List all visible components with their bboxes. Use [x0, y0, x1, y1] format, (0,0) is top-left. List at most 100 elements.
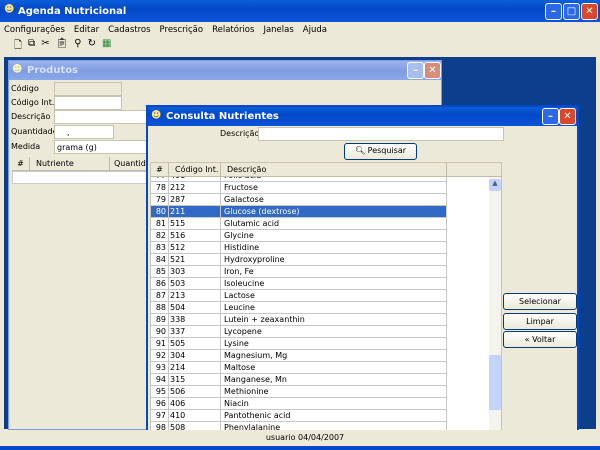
codigo-field[interactable] [54, 82, 122, 96]
quantidade-label: Quantidade [11, 127, 58, 136]
pesquisar-label: Pesquisar [367, 146, 407, 155]
cell-codigo: 214 [169, 362, 221, 374]
consulta-title: Consulta Nutrientes [166, 111, 279, 122]
col-header[interactable]: Nutriente [30, 157, 110, 171]
menu-configurações[interactable]: Configurações [4, 25, 65, 35]
table-row[interactable]: 82 516 Glycine [151, 230, 447, 242]
copy-icon[interactable]: ⧉ [28, 38, 35, 56]
table-row[interactable]: 94 315 Manganese, Mn [151, 374, 447, 386]
table-row[interactable]: 88 504 Leucine [151, 302, 447, 314]
cell-descricao: Leucine [221, 302, 447, 314]
menu-janelas[interactable]: Janelas [263, 25, 293, 35]
voltar-button[interactable]: « Voltar [503, 331, 577, 348]
table-row[interactable]: 80 211 Glucose (dextrose) [151, 206, 447, 218]
menu-relatórios[interactable]: Relatórios [212, 25, 254, 35]
produtos-grid-row[interactable] [12, 171, 152, 184]
cell-codigo: 304 [169, 350, 221, 362]
cell-codigo: 303 [169, 266, 221, 278]
minimize-button[interactable]: – [545, 3, 562, 20]
table-row[interactable]: 97 410 Pantothenic acid [151, 410, 447, 422]
close-button[interactable]: ✕ [581, 3, 598, 20]
cell-descricao: Glycine [221, 230, 447, 242]
calculator-icon[interactable]: ▦ [102, 38, 111, 56]
menu-ajuda[interactable]: Ajuda [303, 25, 327, 35]
table-row[interactable]: 95 506 Methionine [151, 386, 447, 398]
menu-prescrição[interactable]: Prescrição [160, 25, 204, 35]
cell-descricao: Glucose (dextrose) [221, 206, 447, 218]
cell-descricao: Methionine [221, 386, 447, 398]
search-icon: 🔍︎ [354, 146, 368, 155]
voltar-label: Voltar [532, 335, 556, 344]
consulta-window: ☻ Consulta Nutrientes – ✕ Descrição 🔍︎ P… [146, 105, 579, 432]
window-icon: ☻ [151, 110, 162, 121]
cut-icon[interactable]: ✂ [41, 38, 49, 56]
menu-editar[interactable]: Editar [74, 25, 99, 35]
table-row[interactable]: 87 213 Lactose [151, 290, 447, 302]
table-row[interactable]: 78 212 Fructose [151, 182, 447, 194]
cell-number: 80 [151, 206, 169, 218]
table-row[interactable]: 84 521 Hydroxyproline [151, 254, 447, 266]
descricao-field[interactable] [54, 110, 154, 124]
cell-codigo: 337 [169, 326, 221, 338]
nutrient-grid: # Código Int. Descrição 77401Folic acid7… [150, 162, 502, 432]
table-row[interactable]: 89 338 Lutein + zeaxanthin [151, 314, 447, 326]
table-row[interactable]: 86 503 Isoleucine [151, 278, 447, 290]
limpar-button[interactable]: Limpar [503, 313, 577, 330]
codigo-int-field[interactable] [54, 96, 122, 110]
window-icon: ☻ [12, 64, 23, 75]
scroll-up-icon[interactable]: ▲ [489, 179, 501, 191]
descricao-search-input[interactable] [258, 127, 504, 141]
cell-codigo: 504 [169, 302, 221, 314]
cell-descricao: Galactose [221, 194, 447, 206]
cell-number: 85 [151, 266, 169, 278]
maximize-button[interactable]: □ [563, 3, 580, 20]
search-icon[interactable]: ⚲ [74, 38, 81, 56]
consulta-close-button[interactable]: ✕ [559, 108, 576, 125]
col-header-codigo[interactable]: Código Int. [169, 163, 221, 177]
table-row[interactable]: 92 304 Magnesium, Mg [151, 350, 447, 362]
refresh-icon[interactable]: ↻ [88, 38, 96, 56]
cell-codigo: 503 [169, 278, 221, 290]
codigo-int-label: Código Int. [11, 98, 55, 107]
paste-icon[interactable]: 📋︎ [56, 38, 69, 56]
cell-number: 81 [151, 218, 169, 230]
col-header-descricao[interactable]: Descrição [221, 163, 447, 177]
menu-cadastros[interactable]: Cadastros [108, 25, 150, 35]
table-row[interactable]: 85 303 Iron, Fe [151, 266, 447, 278]
cell-descricao: Iron, Fe [221, 266, 447, 278]
table-row[interactable]: 90 337 Lycopene [151, 326, 447, 338]
table-row[interactable]: 81 515 Glutamic acid [151, 218, 447, 230]
cell-codigo: 287 [169, 194, 221, 206]
produtos-minimize-button[interactable]: – [407, 62, 424, 79]
cell-number: 95 [151, 386, 169, 398]
main-titlebar: ☻ Agenda Nutricional – □ ✕ [0, 0, 600, 22]
cell-number: 91 [151, 338, 169, 350]
scroll-thumb[interactable] [489, 355, 501, 410]
table-row[interactable]: 79 287 Galactose [151, 194, 447, 206]
cell-number: 78 [151, 182, 169, 194]
cell-descricao: Histidine [221, 242, 447, 254]
cell-number: 82 [151, 230, 169, 242]
consulta-minimize-button[interactable]: – [542, 108, 559, 125]
cell-number: 88 [151, 302, 169, 314]
col-header[interactable]: # [12, 157, 30, 171]
cell-number: 90 [151, 326, 169, 338]
col-header-number[interactable]: # [151, 163, 169, 177]
cell-codigo: 505 [169, 338, 221, 350]
quantidade-field[interactable]: , [54, 125, 114, 139]
new-icon[interactable]: 🗋 [14, 38, 22, 56]
cell-codigo: 515 [169, 218, 221, 230]
scrollbar[interactable]: ▲ [489, 177, 501, 431]
selecionar-button[interactable]: Selecionar [503, 293, 577, 310]
produtos-titlebar: ☻ Produtos – ✕ [9, 61, 441, 80]
table-row[interactable]: 96 406 Niacin [151, 398, 447, 410]
cell-number: 93 [151, 362, 169, 374]
medida-select[interactable]: grama (g) [54, 140, 154, 154]
table-row[interactable]: 93 214 Maltose [151, 362, 447, 374]
pesquisar-button[interactable]: 🔍︎ Pesquisar [344, 143, 417, 160]
table-row[interactable]: 83 512 Histidine [151, 242, 447, 254]
cell-number: 86 [151, 278, 169, 290]
cell-descricao: Maltose [221, 362, 447, 374]
table-row[interactable]: 91 505 Lysine [151, 338, 447, 350]
produtos-close-button[interactable]: ✕ [424, 62, 441, 79]
